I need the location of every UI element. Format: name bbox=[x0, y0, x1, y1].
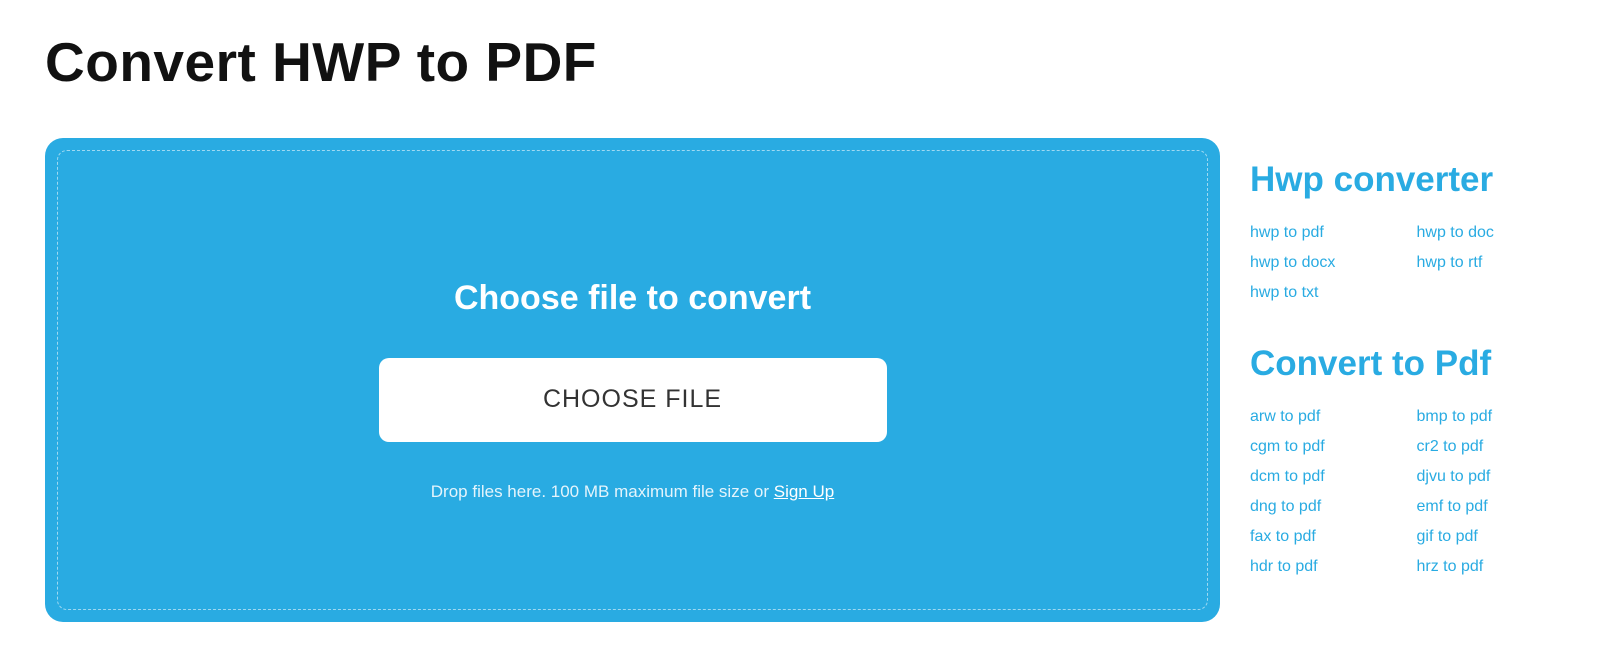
sidebar-link[interactable]: dng to pdf bbox=[1250, 498, 1407, 516]
sidebar: Hwp converter hwp to pdfhwp to dochwp to… bbox=[1220, 30, 1573, 622]
sidebar-link[interactable]: arw to pdf bbox=[1250, 408, 1407, 426]
sidebar-link[interactable]: gif to pdf bbox=[1417, 528, 1574, 546]
sidebar-link[interactable]: cgm to pdf bbox=[1250, 438, 1407, 456]
upload-card: Choose file to convert CHOOSE FILE Drop … bbox=[45, 138, 1220, 622]
choose-file-button[interactable]: CHOOSE FILE bbox=[379, 358, 887, 442]
upload-heading: Choose file to convert bbox=[454, 279, 811, 318]
sidebar-link[interactable]: dcm to pdf bbox=[1250, 468, 1407, 486]
sidebar-link[interactable]: hwp to txt bbox=[1250, 284, 1407, 302]
upload-hint-text: Drop files here. 100 MB maximum file siz… bbox=[431, 482, 774, 501]
sidebar-link[interactable]: hwp to docx bbox=[1250, 254, 1407, 272]
sidebar-link[interactable]: fax to pdf bbox=[1250, 528, 1407, 546]
sidebar-links-convert-to-pdf: arw to pdf bmp to pdf cgm to pdf cr2 to pdf… bbox=[1250, 408, 1573, 576]
sidebar-link[interactable]: cr2 to pdf bbox=[1417, 438, 1574, 456]
sidebar-heading-hwp-converter: Hwp converter bbox=[1250, 160, 1573, 200]
signup-link[interactable]: Sign Up bbox=[774, 482, 834, 501]
sidebar-link[interactable]: hwp to rtf bbox=[1417, 254, 1574, 272]
sidebar-link[interactable]: hwp to doc bbox=[1417, 224, 1574, 242]
upload-drop-zone[interactable]: Choose file to convert CHOOSE FILE Drop … bbox=[57, 150, 1208, 610]
sidebar-link[interactable]: emf to pdf bbox=[1417, 498, 1574, 516]
sidebar-link[interactable]: bmp to pdf bbox=[1417, 408, 1574, 426]
sidebar-heading-convert-to-pdf: Convert to Pdf bbox=[1250, 344, 1573, 384]
sidebar-link[interactable]: hwp to pdf bbox=[1250, 224, 1407, 242]
sidebar-links-hwp-converter: hwp to pdf hwp to doc hwp to docx hwp to rt… bbox=[1250, 224, 1573, 302]
sidebar-link[interactable]: hdr to pdf bbox=[1250, 558, 1407, 576]
sidebar-link[interactable]: hrz to pdf bbox=[1417, 558, 1574, 576]
upload-hint: Drop files here. 100 MB maximum file siz… bbox=[431, 482, 834, 502]
page-title: Convert HWP to PDF bbox=[45, 30, 1220, 94]
sidebar-link[interactable]: djvu to pdf bbox=[1417, 468, 1574, 486]
